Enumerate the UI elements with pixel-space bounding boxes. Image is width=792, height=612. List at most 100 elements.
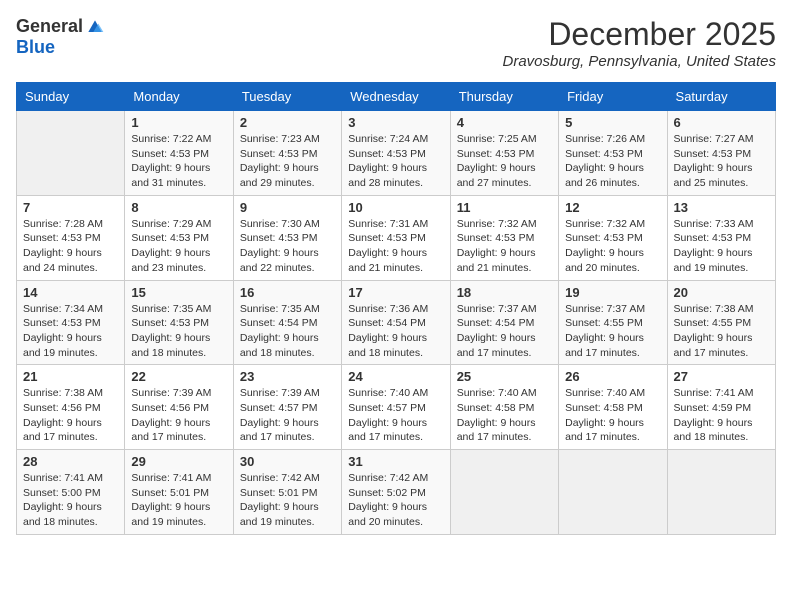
- day-number: 19: [565, 285, 660, 300]
- day-number: 3: [348, 115, 443, 130]
- day-number: 5: [565, 115, 660, 130]
- day-info: Sunrise: 7:26 AM Sunset: 4:53 PM Dayligh…: [565, 132, 660, 191]
- day-number: 10: [348, 200, 443, 215]
- day-number: 25: [457, 369, 552, 384]
- day-number: 20: [674, 285, 769, 300]
- calendar-cell: 3 Sunrise: 7:24 AM Sunset: 4:53 PM Daylig…: [342, 111, 450, 196]
- calendar-header-row: SundayMondayTuesdayWednesdayThursdayFrid…: [17, 83, 776, 111]
- calendar-cell: 15 Sunrise: 7:35 AM Sunset: 4:53 PM Dayli…: [125, 280, 233, 365]
- day-number: 13: [674, 200, 769, 215]
- calendar-cell: 31 Sunrise: 7:42 AM Sunset: 5:02 PM Dayli…: [342, 450, 450, 535]
- day-info: Sunrise: 7:41 AM Sunset: 4:59 PM Dayligh…: [674, 386, 769, 445]
- calendar-week-row: 14Sunrise: 7:34 AM Sunset: 4:53 PM Dayli…: [17, 280, 776, 365]
- day-number: 7: [23, 200, 118, 215]
- day-number: 27: [674, 369, 769, 384]
- calendar-cell: 19 Sunrise: 7:37 AM Sunset: 4:55 PM Dayli…: [559, 280, 667, 365]
- day-number: 16: [240, 285, 335, 300]
- day-number: 15: [131, 285, 226, 300]
- calendar-cell: 9 Sunrise: 7:30 AM Sunset: 4:53 PM Daylig…: [233, 195, 341, 280]
- calendar-cell: 24 Sunrise: 7:40 AM Sunset: 4:57 PM Dayli…: [342, 365, 450, 450]
- day-info: Sunrise: 7:35 AM Sunset: 4:53 PM Dayligh…: [131, 302, 226, 361]
- calendar-cell: 12Sunrise: 7:32 AM Sunset: 4:53 PM Dayli…: [559, 195, 667, 280]
- day-of-week-tuesday: Tuesday: [233, 83, 341, 111]
- title-area: December 2025 Dravosburg, Pennsylvania, …: [503, 16, 776, 70]
- calendar-week-row: 7 Sunrise: 7:28 AM Sunset: 4:53 PM Daylig…: [17, 195, 776, 280]
- day-number: 8: [131, 200, 226, 215]
- day-info: Sunrise: 7:38 AM Sunset: 4:55 PM Dayligh…: [674, 302, 769, 361]
- logo-icon: [85, 17, 105, 37]
- day-number: 29: [131, 454, 226, 469]
- day-number: 14: [23, 285, 118, 300]
- day-number: 26: [565, 369, 660, 384]
- day-info: Sunrise: 7:31 AM Sunset: 4:53 PM Dayligh…: [348, 217, 443, 276]
- day-info: Sunrise: 7:40 AM Sunset: 4:58 PM Dayligh…: [457, 386, 552, 445]
- calendar-cell: 27 Sunrise: 7:41 AM Sunset: 4:59 PM Dayli…: [667, 365, 775, 450]
- day-number: 30: [240, 454, 335, 469]
- logo-general-text: General: [16, 16, 83, 37]
- day-number: 28: [23, 454, 118, 469]
- calendar-cell: 14Sunrise: 7:34 AM Sunset: 4:53 PM Dayli…: [17, 280, 125, 365]
- calendar-cell: 5 Sunrise: 7:26 AM Sunset: 4:53 PM Daylig…: [559, 111, 667, 196]
- calendar-cell: [667, 450, 775, 535]
- day-number: 9: [240, 200, 335, 215]
- day-info: Sunrise: 7:35 AM Sunset: 4:54 PM Dayligh…: [240, 302, 335, 361]
- day-info: Sunrise: 7:36 AM Sunset: 4:54 PM Dayligh…: [348, 302, 443, 361]
- calendar-cell: [17, 111, 125, 196]
- calendar-cell: 23Sunrise: 7:39 AM Sunset: 4:57 PM Dayli…: [233, 365, 341, 450]
- day-info: Sunrise: 7:30 AM Sunset: 4:53 PM Dayligh…: [240, 217, 335, 276]
- day-number: 4: [457, 115, 552, 130]
- calendar-table: SundayMondayTuesdayWednesdayThursdayFrid…: [16, 82, 776, 535]
- day-of-week-saturday: Saturday: [667, 83, 775, 111]
- day-number: 22: [131, 369, 226, 384]
- calendar-cell: 30 Sunrise: 7:42 AM Sunset: 5:01 PM Dayli…: [233, 450, 341, 535]
- day-of-week-thursday: Thursday: [450, 83, 558, 111]
- page-header: General Blue December 2025 Dravosburg, P…: [16, 16, 776, 70]
- day-info: Sunrise: 7:38 AM Sunset: 4:56 PM Dayligh…: [23, 386, 118, 445]
- calendar-cell: 28Sunrise: 7:41 AM Sunset: 5:00 PM Dayli…: [17, 450, 125, 535]
- day-of-week-friday: Friday: [559, 83, 667, 111]
- location: Dravosburg, Pennsylvania, United States: [503, 53, 776, 70]
- calendar-cell: 29 Sunrise: 7:41 AM Sunset: 5:01 PM Dayli…: [125, 450, 233, 535]
- month-title: December 2025: [503, 16, 776, 53]
- day-info: Sunrise: 7:41 AM Sunset: 5:01 PM Dayligh…: [131, 471, 226, 530]
- day-info: Sunrise: 7:42 AM Sunset: 5:01 PM Dayligh…: [240, 471, 335, 530]
- calendar-cell: 18Sunrise: 7:37 AM Sunset: 4:54 PM Dayli…: [450, 280, 558, 365]
- calendar-cell: [450, 450, 558, 535]
- calendar-cell: 13 Sunrise: 7:33 AM Sunset: 4:53 PM Dayli…: [667, 195, 775, 280]
- day-number: 24: [348, 369, 443, 384]
- day-info: Sunrise: 7:28 AM Sunset: 4:53 PM Dayligh…: [23, 217, 118, 276]
- day-number: 18: [457, 285, 552, 300]
- day-info: Sunrise: 7:22 AM Sunset: 4:53 PM Dayligh…: [131, 132, 226, 191]
- day-number: 1: [131, 115, 226, 130]
- calendar-cell: 8Sunrise: 7:29 AM Sunset: 4:53 PM Daylig…: [125, 195, 233, 280]
- calendar-cell: 7 Sunrise: 7:28 AM Sunset: 4:53 PM Daylig…: [17, 195, 125, 280]
- calendar-cell: 26 Sunrise: 7:40 AM Sunset: 4:58 PM Dayli…: [559, 365, 667, 450]
- day-number: 2: [240, 115, 335, 130]
- logo-blue-text: Blue: [16, 37, 55, 57]
- day-info: Sunrise: 7:37 AM Sunset: 4:55 PM Dayligh…: [565, 302, 660, 361]
- calendar-cell: 10 Sunrise: 7:31 AM Sunset: 4:53 PM Dayli…: [342, 195, 450, 280]
- day-info: Sunrise: 7:32 AM Sunset: 4:53 PM Dayligh…: [565, 217, 660, 276]
- day-info: Sunrise: 7:32 AM Sunset: 4:53 PM Dayligh…: [457, 217, 552, 276]
- logo: General Blue: [16, 16, 105, 58]
- day-of-week-wednesday: Wednesday: [342, 83, 450, 111]
- day-info: Sunrise: 7:40 AM Sunset: 4:57 PM Dayligh…: [348, 386, 443, 445]
- day-number: 23: [240, 369, 335, 384]
- day-info: Sunrise: 7:42 AM Sunset: 5:02 PM Dayligh…: [348, 471, 443, 530]
- calendar-week-row: 21 Sunrise: 7:38 AM Sunset: 4:56 PM Dayli…: [17, 365, 776, 450]
- calendar-cell: 6Sunrise: 7:27 AM Sunset: 4:53 PM Daylig…: [667, 111, 775, 196]
- day-of-week-sunday: Sunday: [17, 83, 125, 111]
- calendar-cell: 2Sunrise: 7:23 AM Sunset: 4:53 PM Daylig…: [233, 111, 341, 196]
- calendar-cell: 4Sunrise: 7:25 AM Sunset: 4:53 PM Daylig…: [450, 111, 558, 196]
- day-of-week-monday: Monday: [125, 83, 233, 111]
- day-info: Sunrise: 7:33 AM Sunset: 4:53 PM Dayligh…: [674, 217, 769, 276]
- day-info: Sunrise: 7:40 AM Sunset: 4:58 PM Dayligh…: [565, 386, 660, 445]
- calendar-cell: 20 Sunrise: 7:38 AM Sunset: 4:55 PM Dayli…: [667, 280, 775, 365]
- day-number: 31: [348, 454, 443, 469]
- day-number: 11: [457, 200, 552, 215]
- day-number: 17: [348, 285, 443, 300]
- day-info: Sunrise: 7:39 AM Sunset: 4:56 PM Dayligh…: [131, 386, 226, 445]
- calendar-cell: [559, 450, 667, 535]
- day-number: 21: [23, 369, 118, 384]
- day-info: Sunrise: 7:24 AM Sunset: 4:53 PM Dayligh…: [348, 132, 443, 191]
